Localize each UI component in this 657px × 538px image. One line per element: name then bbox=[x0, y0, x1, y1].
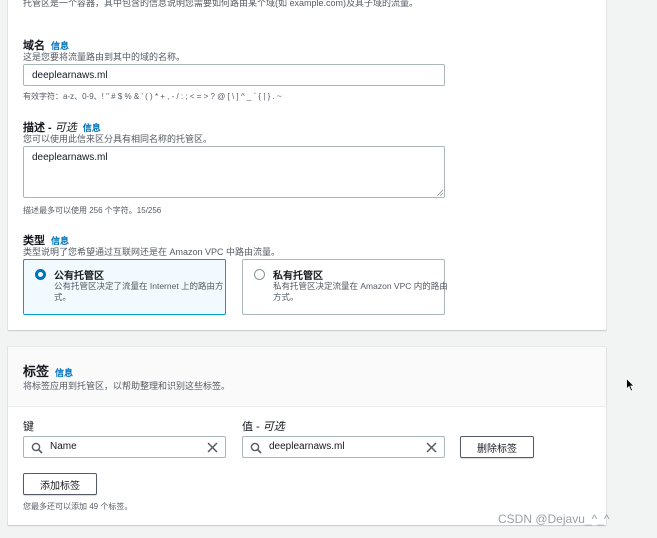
private-hosted-zone-title: 私有托管区 bbox=[273, 271, 323, 282]
description-char-hint: 描述最多可以使用 256 个字符。15/256 bbox=[23, 206, 162, 215]
radio-selected-icon[interactable] bbox=[35, 269, 46, 280]
tags-title-row: 标签 信息 bbox=[23, 361, 73, 381]
hosted-zone-config-panel: 托管区是一个容器，其中包含的信息说明您需要如何路由某个域(如 example.c… bbox=[8, 0, 606, 330]
tags-title: 标签 bbox=[23, 364, 50, 379]
public-hosted-zone-option[interactable]: 公有托管区 公有托管区决定了流量在 Internet 上的路由方式。 bbox=[23, 259, 226, 315]
tags-remaining-hint: 您最多还可以添加 49 个标签。 bbox=[23, 502, 133, 511]
tag-key-value: Name bbox=[50, 441, 77, 452]
domain-name-description: 这是您要将流量路由到其中的域的名称。 bbox=[23, 52, 186, 62]
tag-value-input[interactable]: deeplearnaws.ml bbox=[242, 436, 445, 458]
tag-value-optional-label: 可选 bbox=[262, 421, 285, 433]
watermark: CSDN @Dejavu_^_^ bbox=[498, 512, 610, 526]
description-textarea[interactable]: deeplearnaws.ml bbox=[23, 146, 445, 198]
private-hosted-zone-desc: 私有托管区决定流量在 Amazon VPC 内的路由方式。 bbox=[273, 281, 448, 302]
description-field-description: 您可以使用此信来区分具有相同名称的托管区。 bbox=[23, 134, 213, 144]
tags-description: 将标签应用到托管区，以帮助整理和识别这些标签。 bbox=[23, 381, 231, 391]
search-icon bbox=[250, 442, 262, 454]
search-icon bbox=[31, 442, 43, 454]
close-icon[interactable] bbox=[207, 442, 218, 453]
tags-panel-header bbox=[8, 347, 606, 407]
tag-value-label: 值 - bbox=[242, 421, 263, 433]
public-hosted-zone-desc: 公有托管区决定了流量在 Internet 上的路由方式。 bbox=[54, 281, 224, 302]
tags-panel: 标签 信息 将标签应用到托管区，以帮助整理和识别这些标签。 键 值 - 可选 Na… bbox=[8, 347, 606, 525]
radio-unselected-icon[interactable] bbox=[254, 269, 265, 280]
domain-name-valid-chars: 有效字符：a-z、0-9、! " # $ % & ' ( ) * + , - /… bbox=[23, 92, 282, 101]
tag-key-input[interactable]: Name bbox=[23, 436, 226, 458]
remove-tag-button[interactable]: 删除标签 bbox=[460, 436, 534, 458]
mouse-cursor-icon bbox=[626, 378, 635, 392]
tags-info-link[interactable]: 信息 bbox=[55, 368, 73, 378]
type-description: 类型说明了您希望通过互联网还是在 Amazon VPC 中路由流量。 bbox=[23, 247, 281, 257]
domain-name-input[interactable]: deeplearnaws.ml bbox=[23, 64, 445, 86]
resize-handle-icon[interactable] bbox=[436, 189, 443, 196]
private-hosted-zone-option[interactable]: 私有托管区 私有托管区决定流量在 Amazon VPC 内的路由方式。 bbox=[242, 259, 448, 315]
public-hosted-zone-title: 公有托管区 bbox=[54, 271, 104, 282]
close-icon[interactable] bbox=[426, 442, 437, 453]
domain-name-value: deeplearnaws.ml bbox=[32, 69, 108, 81]
description-value: deeplearnaws.ml bbox=[32, 152, 108, 163]
tag-key-label: 键 bbox=[23, 421, 34, 433]
tag-value-label-row: 值 - 可选 bbox=[242, 418, 285, 434]
tag-value-value: deeplearnaws.ml bbox=[269, 441, 345, 452]
add-tag-button[interactable]: 添加标签 bbox=[23, 473, 97, 495]
panel-description: 托管区是一个容器，其中包含的信息说明您需要如何路由某个域(如 example.c… bbox=[23, 0, 419, 8]
